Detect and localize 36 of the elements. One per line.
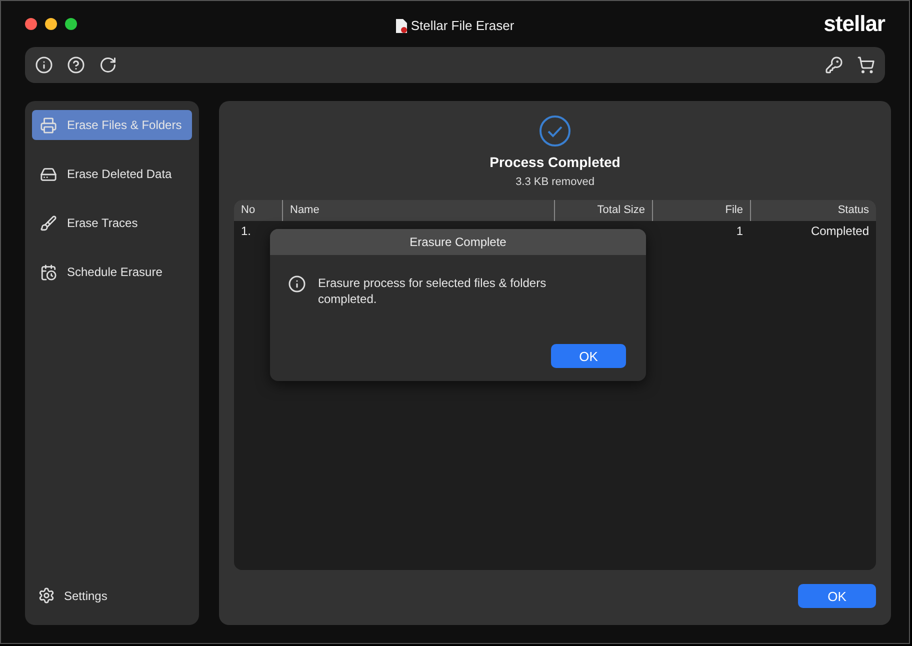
key-icon[interactable] xyxy=(825,56,843,74)
sidebar-item[interactable]: Erase Deleted Data xyxy=(32,159,192,189)
help-icon[interactable] xyxy=(67,56,85,74)
dialog-title: Erasure Complete xyxy=(270,229,646,255)
info-icon xyxy=(288,275,306,293)
column-header[interactable]: Total Size xyxy=(554,200,652,221)
table-cell-text: 1. xyxy=(240,223,252,240)
column-header[interactable]: Status xyxy=(750,200,876,221)
brand-logo: stellar xyxy=(824,11,885,37)
sidebar-item[interactable]: Schedule Erasure xyxy=(32,257,192,287)
column-header[interactable]: Name xyxy=(282,200,554,221)
table-cell-text: 1 xyxy=(735,223,744,240)
close-button[interactable] xyxy=(25,18,37,30)
settings-link[interactable]: Settings xyxy=(64,588,108,602)
result-title: Process Completed xyxy=(490,154,620,170)
result-subtitle: 3.3 KB removed xyxy=(516,176,594,188)
column-header[interactable]: File xyxy=(652,200,750,221)
ok-button[interactable]: OK xyxy=(551,344,626,368)
cart-icon[interactable] xyxy=(857,56,875,74)
document-icon xyxy=(396,18,407,32)
dialog-message: Erasure process for selected files & folders completed. xyxy=(318,275,548,307)
check-circle-icon xyxy=(539,115,571,147)
calendar-icon xyxy=(40,264,57,280)
info-icon[interactable] xyxy=(35,56,53,74)
brush-icon xyxy=(40,214,57,232)
table-cell-text: Completed xyxy=(810,223,870,240)
column-header[interactable]: No xyxy=(234,200,282,221)
window-title: Stellar File Eraser xyxy=(410,18,514,33)
maximize-button[interactable] xyxy=(65,18,77,30)
sidebar-item[interactable]: Erase Traces xyxy=(32,208,192,238)
printer-icon xyxy=(40,116,57,134)
ok-button[interactable]: OK xyxy=(798,584,876,608)
drive-icon xyxy=(40,166,57,182)
settings-icon[interactable] xyxy=(38,587,55,604)
refresh-icon[interactable] xyxy=(99,56,117,74)
minimize-button[interactable] xyxy=(45,18,57,30)
